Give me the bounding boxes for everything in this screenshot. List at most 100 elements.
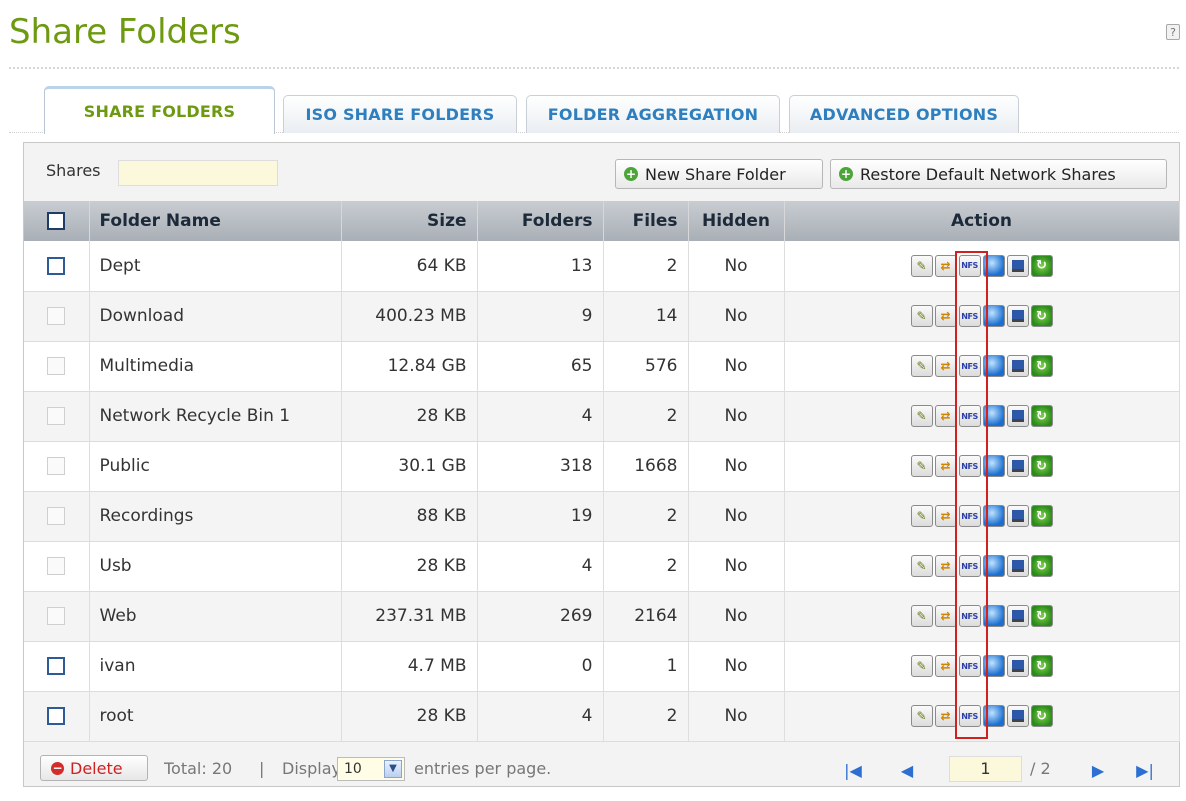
access-permission-icon[interactable]: ⇄ (934, 355, 957, 377)
next-page-icon[interactable]: ▶ (1085, 756, 1111, 784)
nfs-icon[interactable]: NFS (958, 655, 981, 677)
refresh-icon[interactable]: ↻ (1030, 355, 1053, 377)
nfs-icon[interactable]: NFS (958, 605, 981, 627)
nfs-icon[interactable]: NFS (958, 705, 981, 727)
new-share-folder-button[interactable]: + New Share Folder (615, 159, 823, 189)
nfs-icon[interactable]: NFS (958, 455, 981, 477)
microsoft-networking-icon[interactable] (1006, 405, 1029, 427)
row-checkbox[interactable] (47, 707, 66, 725)
first-page-icon[interactable]: |◀ (840, 756, 866, 784)
header-hidden[interactable]: Hidden (688, 201, 785, 241)
row-checkbox[interactable] (47, 256, 66, 275)
folder-name[interactable]: Web (89, 591, 342, 642)
folder-name[interactable]: Network Recycle Bin 1 (89, 391, 342, 442)
edit-properties-icon[interactable]: ✎ (910, 405, 933, 427)
header-files[interactable]: Files (603, 201, 689, 241)
previous-page-icon[interactable]: ◀ (894, 756, 920, 784)
page-number-input[interactable]: 1 (949, 756, 1022, 782)
refresh-icon[interactable]: ↻ (1030, 254, 1053, 277)
refresh-icon[interactable]: ↻ (1030, 605, 1053, 627)
edit-properties-icon[interactable]: ✎ (910, 455, 933, 477)
access-permission-icon[interactable]: ⇄ (934, 705, 957, 727)
refresh-icon[interactable]: ↻ (1030, 655, 1053, 677)
microsoft-networking-icon[interactable] (1006, 305, 1029, 327)
folder-name[interactable]: root (89, 691, 342, 742)
microsoft-networking-icon[interactable] (1006, 655, 1029, 677)
last-page-icon[interactable]: ▶| (1132, 756, 1158, 784)
action-cell: ✎ ⇄ NFS ↻ (784, 641, 1180, 692)
edit-properties-icon[interactable]: ✎ (910, 605, 933, 627)
edit-properties-icon[interactable]: ✎ (910, 254, 933, 277)
folder-name[interactable]: Public (89, 441, 342, 492)
access-permission-icon[interactable]: ⇄ (934, 405, 957, 427)
refresh-icon[interactable]: ↻ (1030, 705, 1053, 727)
select-all-checkbox[interactable] (47, 212, 66, 230)
microsoft-networking-icon[interactable] (1006, 254, 1029, 277)
tab-folder-aggregation[interactable]: FOLDER AGGREGATION (526, 95, 780, 133)
access-permission-icon[interactable]: ⇄ (934, 555, 957, 577)
microsoft-networking-icon[interactable] (1006, 605, 1029, 627)
access-permission-icon[interactable]: ⇄ (934, 655, 957, 677)
refresh-icon[interactable]: ↻ (1030, 555, 1053, 577)
chevron-down-icon[interactable]: ▼ (384, 760, 402, 778)
network-share-icon[interactable] (982, 254, 1005, 277)
folder-name[interactable]: Download (89, 291, 342, 342)
refresh-icon[interactable]: ↻ (1030, 305, 1053, 327)
network-share-icon[interactable] (982, 455, 1005, 477)
microsoft-networking-icon[interactable] (1006, 355, 1029, 377)
edit-properties-icon[interactable]: ✎ (910, 355, 933, 377)
header-size[interactable]: Size (341, 201, 478, 241)
network-share-icon[interactable] (982, 405, 1005, 427)
nfs-icon[interactable]: NFS (958, 505, 981, 527)
network-share-icon[interactable] (982, 505, 1005, 527)
nfs-icon[interactable]: NFS (958, 305, 981, 327)
microsoft-networking-icon[interactable] (1006, 455, 1029, 477)
network-share-icon[interactable] (982, 705, 1005, 727)
help-icon[interactable]: ? (1166, 24, 1180, 40)
refresh-icon[interactable]: ↻ (1030, 505, 1053, 527)
access-permission-icon[interactable]: ⇄ (934, 254, 957, 277)
action-cell: ✎ ⇄ NFS ↻ (784, 291, 1180, 342)
edit-properties-icon[interactable]: ✎ (910, 555, 933, 577)
network-share-icon[interactable] (982, 605, 1005, 627)
network-share-icon[interactable] (982, 655, 1005, 677)
network-share-icon[interactable] (982, 305, 1005, 327)
network-share-icon[interactable] (982, 355, 1005, 377)
edit-properties-icon[interactable]: ✎ (910, 305, 933, 327)
display-label: Display (282, 759, 341, 778)
folder-name[interactable]: ivan (89, 641, 342, 692)
microsoft-networking-icon[interactable] (1006, 505, 1029, 527)
folder-name[interactable]: Multimedia (89, 341, 342, 392)
row-checkbox[interactable] (47, 657, 66, 675)
microsoft-networking-icon[interactable] (1006, 705, 1029, 727)
nfs-icon[interactable]: NFS (958, 405, 981, 427)
edit-properties-icon[interactable]: ✎ (910, 705, 933, 727)
entries-per-page-select[interactable]: 10 ▼ (337, 757, 405, 781)
folder-name[interactable]: Recordings (89, 491, 342, 542)
edit-properties-icon[interactable]: ✎ (910, 655, 933, 677)
nfs-icon[interactable]: NFS (958, 555, 981, 577)
network-share-icon[interactable] (982, 555, 1005, 577)
access-permission-icon[interactable]: ⇄ (934, 305, 957, 327)
nfs-icon[interactable]: NFS (958, 355, 981, 377)
refresh-icon[interactable]: ↻ (1030, 405, 1053, 427)
delete-button[interactable]: − Delete (40, 755, 148, 781)
tab-iso-share-folders[interactable]: ISO SHARE FOLDERS (283, 95, 517, 133)
edit-properties-icon[interactable]: ✎ (910, 505, 933, 527)
tab-share-folders[interactable]: SHARE FOLDERS (44, 86, 275, 134)
nfs-icon[interactable]: NFS (958, 254, 981, 277)
microsoft-networking-icon[interactable] (1006, 555, 1029, 577)
refresh-icon[interactable]: ↻ (1030, 455, 1053, 477)
folder-name[interactable]: Dept (89, 241, 342, 292)
folder-name[interactable]: Usb (89, 541, 342, 592)
access-permission-icon[interactable]: ⇄ (934, 605, 957, 627)
header-folders[interactable]: Folders (477, 201, 604, 241)
header-folder-name[interactable]: Folder Name (89, 201, 342, 241)
shares-search-input[interactable] (118, 160, 278, 186)
tab-advanced-options[interactable]: ADVANCED OPTIONS (789, 95, 1019, 133)
folder-size: 28 KB (341, 391, 478, 442)
restore-default-shares-button[interactable]: + Restore Default Network Shares (830, 159, 1167, 189)
access-permission-icon[interactable]: ⇄ (934, 455, 957, 477)
access-permission-icon[interactable]: ⇄ (934, 505, 957, 527)
action-cell: ✎ ⇄ NFS ↻ (784, 441, 1180, 492)
